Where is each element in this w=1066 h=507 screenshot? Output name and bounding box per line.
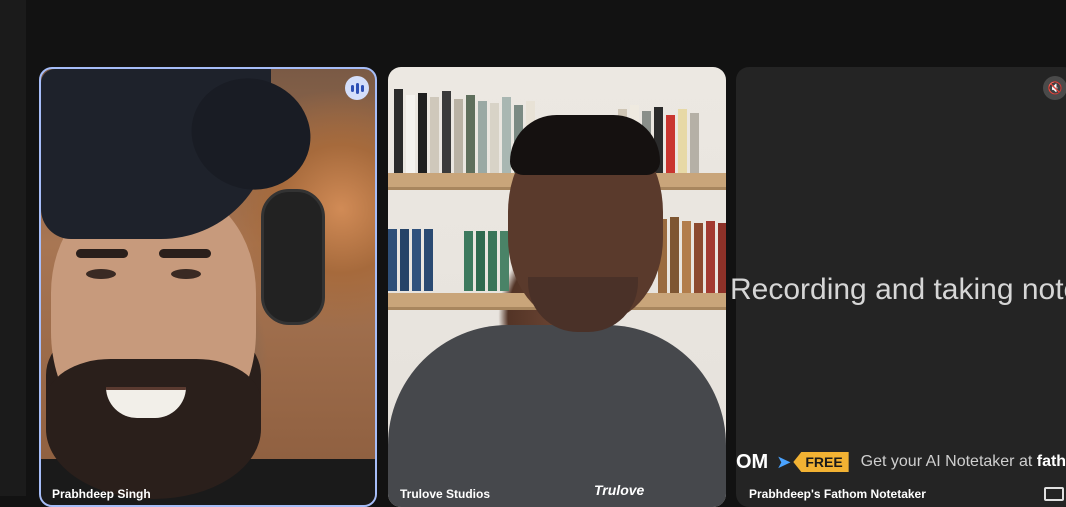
participant-name-label: Trulove Studios [400, 487, 491, 501]
video-feed-eye [171, 269, 201, 279]
video-tile-trulove[interactable] [388, 67, 726, 507]
video-feed-books [464, 231, 509, 291]
free-badge: FREE [793, 452, 849, 472]
video-feed-sweater [388, 325, 726, 507]
fathom-arrow-icon: ➤ [776, 451, 792, 472]
mic-muted-icon: 🔇 [1043, 76, 1066, 100]
video-feed-hair [510, 115, 660, 175]
video-feed-brow [159, 249, 211, 258]
video-feed-headphones [261, 189, 325, 325]
left-panel-edge [0, 0, 26, 496]
video-feed-beard-lower [46, 359, 261, 499]
video-feed-beard [528, 277, 638, 332]
participant-name-label: Prabhdeep's Fathom Notetaker [749, 487, 926, 501]
pip-icon[interactable] [1044, 487, 1064, 501]
video-feed-eye [86, 269, 116, 279]
promo-cta[interactable]: Get your AI Notetaker at fath [861, 453, 1066, 471]
promo-cta-brand: fath [1036, 453, 1066, 470]
video-feed-brow [76, 249, 128, 258]
video-tile-prabhdeep[interactable] [39, 67, 377, 507]
fathom-brand-text: OM [736, 450, 769, 473]
speaking-icon [345, 76, 369, 100]
video-feed-books [388, 229, 433, 291]
video-feed-books [658, 217, 726, 293]
promo-cta-text: Get your AI Notetaker at [860, 453, 1037, 470]
notetaker-overlay-text: Recording and taking notes [730, 273, 1066, 306]
fathom-promo-banner[interactable]: OM ➤ FREE Get your AI Notetaker at fath [736, 448, 1066, 476]
participant-name-label: Prabhdeep Singh [52, 487, 151, 501]
